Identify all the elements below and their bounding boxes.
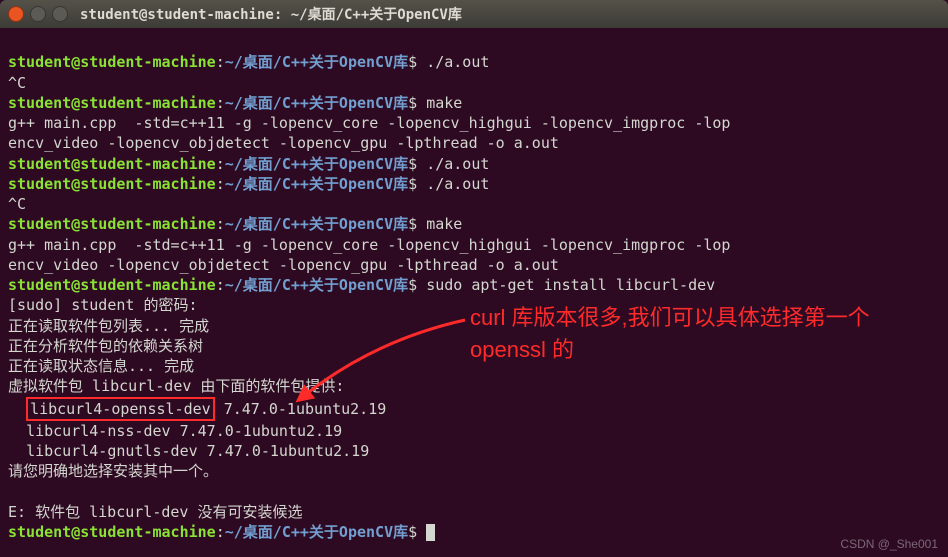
output-line: E: 软件包 libcurl-dev 没有可安装候选 [8,503,303,521]
output-line: encv_video -lopencv_objdetect -lopencv_g… [8,256,559,274]
command: make [426,94,462,112]
output-line: 请您明确地选择安装其中一个。 [8,462,218,480]
output-line: libcurl4-gnutls-dev 7.47.0-1ubuntu2.19 [8,442,369,460]
prompt-path: ~/桌面/C++关于OpenCV库 [225,523,408,541]
prompt-userhost: student@student-machine [8,523,216,541]
command: ./a.out [426,175,489,193]
highlighted-package: libcurl4-openssl-dev [26,397,215,421]
output-line: 正在读取软件包列表... 完成 [8,317,209,335]
minimize-icon[interactable] [30,6,46,22]
output-line: g++ main.cpp -std=c++11 -g -lopencv_core… [8,236,730,254]
output-line: ^C [8,74,26,92]
watermark: CSDN @_She001 [840,537,938,551]
output-line: 虚拟软件包 libcurl-dev 由下面的软件包提供: [8,377,344,395]
prompt-userhost: student@student-machine [8,276,216,294]
output-line: 正在读取状态信息... 完成 [8,357,194,375]
prompt-path: ~/桌面/C++关于OpenCV库 [225,155,408,173]
output-line: 正在分析软件包的依赖关系树 [8,337,203,355]
output-line: encv_video -lopencv_objdetect -lopencv_g… [8,134,559,152]
prompt-path: ~/桌面/C++关于OpenCV库 [225,94,408,112]
prompt-userhost: student@student-machine [8,175,216,193]
command: ./a.out [426,53,489,71]
terminal-body[interactable]: student@student-machine:~/桌面/C++关于OpenCV… [0,28,948,546]
prompt-userhost: student@student-machine [8,53,216,71]
output-line: ^C [8,195,26,213]
prompt-path: ~/桌面/C++关于OpenCV库 [225,175,408,193]
maximize-icon[interactable] [52,6,68,22]
prompt-userhost: student@student-machine [8,215,216,233]
output-line: libcurl4-openssl-dev 7.47.0-1ubuntu2.19 [8,400,386,418]
prompt-userhost: student@student-machine [8,94,216,112]
prompt-path: ~/桌面/C++关于OpenCV库 [225,215,408,233]
output-line: [sudo] student 的密码: [8,296,198,314]
command: ./a.out [426,155,489,173]
output-line: libcurl4-nss-dev 7.47.0-1ubuntu2.19 [8,422,342,440]
window-controls [8,6,68,22]
terminal-cursor [426,524,435,541]
command: sudo apt-get install libcurl-dev [426,276,715,294]
window-titlebar: student@student-machine: ~/桌面/C++关于OpenC… [0,0,948,28]
prompt-path: ~/桌面/C++关于OpenCV库 [225,53,408,71]
prompt-path: ~/桌面/C++关于OpenCV库 [225,276,408,294]
command: make [426,215,462,233]
output-line: g++ main.cpp -std=c++11 -g -lopencv_core… [8,114,730,132]
close-icon[interactable] [8,6,24,22]
window-title: student@student-machine: ~/桌面/C++关于OpenC… [80,4,462,24]
prompt-userhost: student@student-machine [8,155,216,173]
